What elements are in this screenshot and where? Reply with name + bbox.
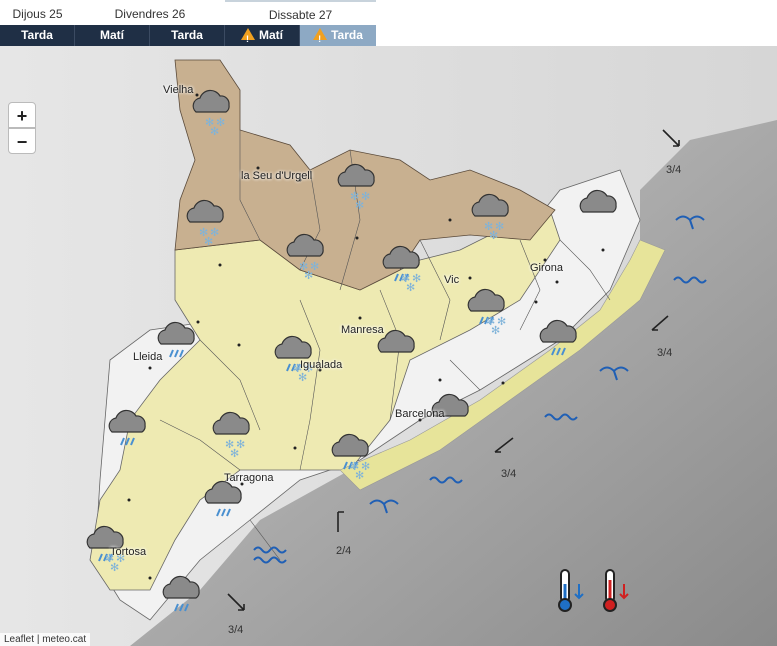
zoom-in-button[interactable]: + (8, 102, 36, 128)
sea-state-label: 3/4 (501, 468, 517, 480)
city-label-lleida: Lleida (133, 351, 163, 363)
sea-state-label: 2/4 (336, 545, 352, 557)
source-link[interactable]: meteo.cat (42, 634, 86, 645)
day-tabs: Dijous 25 Divendres 26 Dissabte 27 (0, 0, 376, 25)
warning-icon (313, 28, 328, 50)
tab-label: Tarda (21, 28, 53, 42)
city-label-tarragona: Tarragona (224, 472, 274, 484)
warning-icon (241, 28, 255, 50)
leaflet-link[interactable]: Leaflet (4, 634, 34, 645)
zoom-out-button[interactable]: − (8, 128, 36, 154)
day-label-friday: Divendres 26 (114, 7, 186, 21)
city-label-tortosa: Tortosa (110, 546, 147, 558)
day-label-saturday: Dissabte 27 (225, 0, 376, 27)
tab-thursday-afternoon[interactable]: Tarda (0, 25, 75, 46)
day-label-thursday: Dijous 25 (12, 7, 63, 21)
city-label-barcelona: Barcelona (395, 408, 445, 420)
city-label-vic: Vic (444, 274, 460, 286)
tab-saturday-afternoon[interactable]: Tarda (300, 25, 376, 50)
sea-state-label: 3/4 (657, 347, 673, 359)
forecast-map[interactable]: ✻ ✻ ✻ (0, 46, 777, 646)
tab-friday-morning[interactable]: Matí (75, 25, 150, 46)
sea-state-label: 3/4 (666, 164, 682, 176)
city-label-manresa: Manresa (341, 324, 384, 336)
map-attribution: Leaflet | meteo.cat (0, 633, 91, 646)
city-label-vielha: Vielha (163, 84, 194, 96)
tab-friday-afternoon[interactable]: Tarda (150, 25, 225, 46)
tab-label: Matí (100, 28, 124, 42)
tab-label: Tarda (331, 28, 363, 42)
tab-label: Matí (259, 28, 283, 42)
tab-label: Tarda (171, 28, 203, 42)
period-tabs: Tarda Matí Tarda Matí Tarda (0, 25, 376, 50)
sea-state-label: 3/4 (228, 624, 244, 636)
attribution-separator: | (36, 634, 40, 645)
tab-saturday-morning[interactable]: Matí (225, 25, 300, 50)
city-label-girona: Girona (530, 262, 564, 274)
city-label-igualada: Igualada (300, 359, 343, 371)
city-label-seu: la Seu d'Urgell (241, 170, 313, 182)
